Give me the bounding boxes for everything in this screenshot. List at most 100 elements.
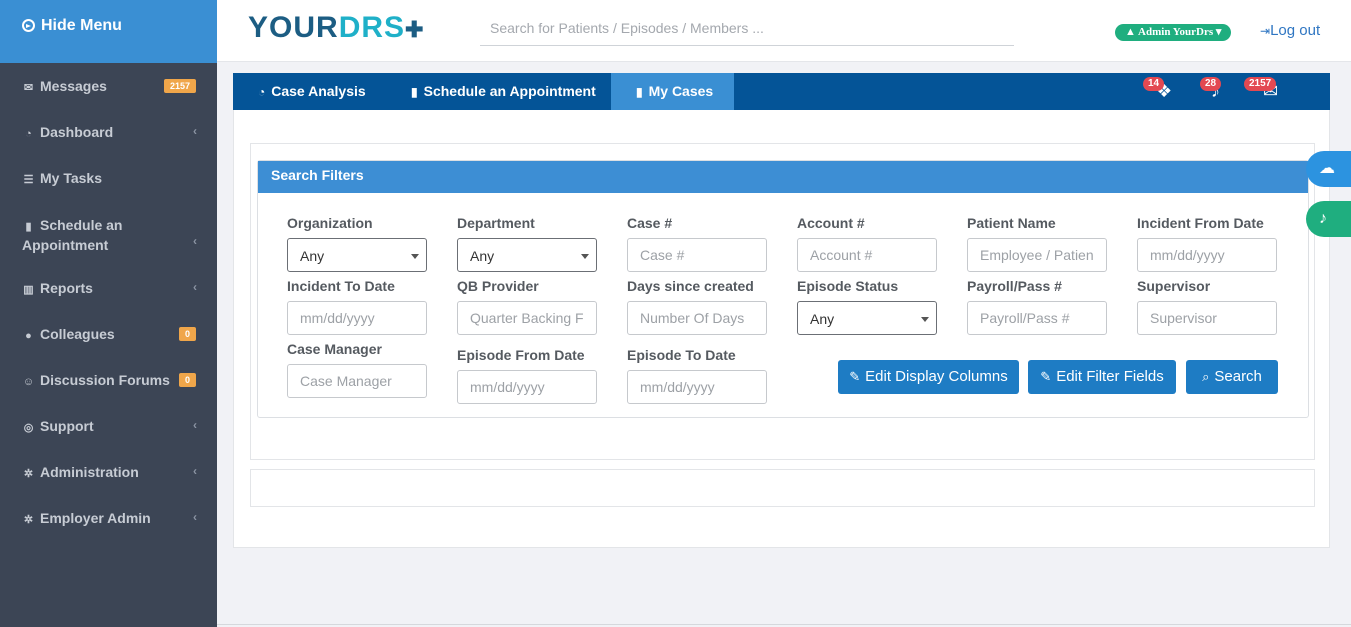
- document-icon: ▮: [411, 85, 418, 99]
- tab-case-analysis[interactable]: ◔ Case Analysis: [258, 73, 366, 110]
- sidebar-item-discussion-forums[interactable]: ☺ Discussion Forums 0: [0, 372, 217, 388]
- incident-to-input[interactable]: [287, 301, 427, 335]
- organization-value: Any: [300, 248, 325, 264]
- sidebar-item-messages[interactable]: ✉ Messages 2157: [0, 78, 217, 94]
- mail-count-badge: 2157: [1244, 77, 1277, 91]
- sign-out-icon: ⇥: [1260, 24, 1271, 38]
- envelope-icon: ✉: [23, 82, 34, 94]
- chat-widget-button[interactable]: ☁: [1306, 151, 1351, 187]
- forums-badge: 0: [178, 373, 196, 387]
- episode-to-input[interactable]: [627, 370, 767, 404]
- tags-icon[interactable]: ❖ 14: [1143, 77, 1172, 102]
- logout-link[interactable]: ⇥Log out: [1260, 22, 1320, 39]
- sidebar-item-dashboard[interactable]: ◔ Dashboard ‹: [0, 124, 217, 140]
- sidebar-item-my-tasks[interactable]: ☰ My Tasks: [0, 170, 217, 186]
- admin-user-dropdown[interactable]: ▲ Admin YourDrs ▾: [1115, 24, 1232, 41]
- hide-menu-button[interactable]: Hide Menu: [0, 0, 217, 63]
- department-select[interactable]: Any: [457, 238, 597, 272]
- pencil-icon: ✎: [849, 369, 861, 384]
- bell-count-badge: 28: [1200, 77, 1222, 91]
- tab-my-cases[interactable]: ▮ My Cases: [611, 73, 734, 110]
- incident-from-label: Incident From Date: [1137, 215, 1264, 231]
- caret-down-icon: [921, 317, 929, 322]
- incident-from-input[interactable]: [1137, 238, 1277, 272]
- episode-status-select[interactable]: Any: [797, 301, 937, 335]
- patient-name-input[interactable]: [967, 238, 1107, 272]
- smile-icon: ☺: [22, 376, 35, 388]
- chevron-left-icon: ‹: [193, 234, 197, 248]
- doctor-plus-icon: ✚: [405, 17, 425, 42]
- admin-user-label: Admin YourDrs: [1138, 26, 1214, 38]
- sidebar-item-label: Discussion Forums: [40, 372, 170, 388]
- logo[interactable]: YOURDRS✚: [248, 11, 424, 45]
- account-label: Account #: [797, 215, 865, 231]
- sidebar-item-label: Messages: [40, 78, 107, 94]
- supervisor-input[interactable]: [1137, 301, 1277, 335]
- sidebar-item-schedule-appointment[interactable]: ▮ Schedule an Appointment ‹: [0, 216, 217, 254]
- bell-icon: ♪: [1319, 210, 1327, 227]
- organization-select[interactable]: Any: [287, 238, 427, 272]
- supervisor-label: Supervisor: [1137, 278, 1211, 294]
- divider: [217, 624, 1351, 625]
- search-box: [480, 15, 1014, 46]
- sidebar-item-administration[interactable]: ✲ Administration ‹: [0, 464, 217, 480]
- sidebar-item-employer-admin[interactable]: ✲ Employer Admin ‹: [0, 510, 217, 526]
- results-panel: [250, 469, 1315, 507]
- life-ring-icon: ◎: [23, 422, 34, 434]
- episode-from-input[interactable]: [457, 370, 597, 404]
- button-label: Edit Display Columns: [865, 368, 1008, 385]
- case-input[interactable]: [627, 238, 767, 272]
- days-since-input[interactable]: [627, 301, 767, 335]
- incident-to-label: Incident To Date: [287, 278, 395, 294]
- document-icon: ▮: [25, 221, 32, 233]
- chevron-left-icon: ‹: [193, 280, 197, 294]
- search-button[interactable]: ⌕ Search: [1186, 360, 1278, 394]
- pencil-icon: ✎: [1040, 369, 1052, 384]
- chevron-left-icon: ‹: [193, 510, 197, 524]
- chat-bubble-icon: ☁: [1319, 160, 1335, 177]
- sidebar-item-label: Employer Admin: [40, 510, 151, 526]
- qb-provider-label: QB Provider: [457, 278, 539, 294]
- payroll-label: Payroll/Pass #: [967, 278, 1062, 294]
- episode-to-label: Episode To Date: [627, 347, 736, 363]
- patient-name-label: Patient Name: [967, 215, 1056, 231]
- sidebar: Hide Menu ✉ Messages 2157 ◔ Dashboard ‹ ☰ M…: [0, 0, 217, 627]
- tab-bar: ◔ Case Analysis ▮ Schedule an Appointment …: [233, 73, 1330, 110]
- tab-label: My Cases: [648, 83, 714, 99]
- caret-down-icon: [411, 254, 419, 259]
- payroll-input[interactable]: [967, 301, 1107, 335]
- sidebar-item-label: Support: [40, 418, 94, 434]
- document-icon: ▮: [636, 85, 643, 99]
- search-input[interactable]: [480, 15, 1014, 41]
- tab-schedule-appointment[interactable]: ▮ Schedule an Appointment: [411, 73, 596, 110]
- notification-widget-button[interactable]: ♪: [1306, 201, 1351, 237]
- sidebar-item-colleagues[interactable]: ● Colleagues 0: [0, 326, 217, 342]
- envelope-icon[interactable]: ✉ 2157: [1244, 77, 1278, 102]
- case-manager-input[interactable]: [287, 364, 427, 398]
- sidebar-item-support[interactable]: ◎ Support ‹: [0, 418, 217, 434]
- department-label: Department: [457, 215, 535, 231]
- chevron-left-icon: ‹: [193, 464, 197, 478]
- department-value: Any: [470, 248, 495, 264]
- case-label: Case #: [627, 215, 673, 231]
- qb-provider-input[interactable]: [457, 301, 597, 335]
- edit-filter-fields-button[interactable]: ✎ Edit Filter Fields: [1028, 360, 1176, 394]
- main-content: Search Filters Organization Department C…: [233, 110, 1330, 548]
- sidebar-item-reports[interactable]: ▥ Reports ‹: [0, 280, 217, 296]
- bell-icon[interactable]: ♪ 28: [1200, 77, 1222, 102]
- caret-down-icon: [581, 254, 589, 259]
- logo-text-part1: YOUR: [248, 11, 339, 44]
- tasks-icon: ☰: [23, 174, 34, 186]
- gear-icon: ✲: [23, 514, 34, 526]
- search-filters-title: Search Filters: [258, 161, 1308, 193]
- edit-display-columns-button[interactable]: ✎ Edit Display Columns: [838, 360, 1019, 394]
- account-input[interactable]: [797, 238, 937, 272]
- users-icon: ●: [25, 330, 32, 342]
- episode-status-label: Episode Status: [797, 278, 899, 294]
- arrow-circle-icon: [22, 19, 35, 32]
- tags-count-badge: 14: [1143, 77, 1165, 91]
- button-label: Search: [1214, 368, 1262, 385]
- sidebar-item-label: Dashboard: [40, 124, 114, 140]
- top-header: YOURDRS✚ ▲ Admin YourDrs ▾ ⇥Log out: [217, 0, 1351, 62]
- chevron-left-icon: ‹: [193, 124, 197, 138]
